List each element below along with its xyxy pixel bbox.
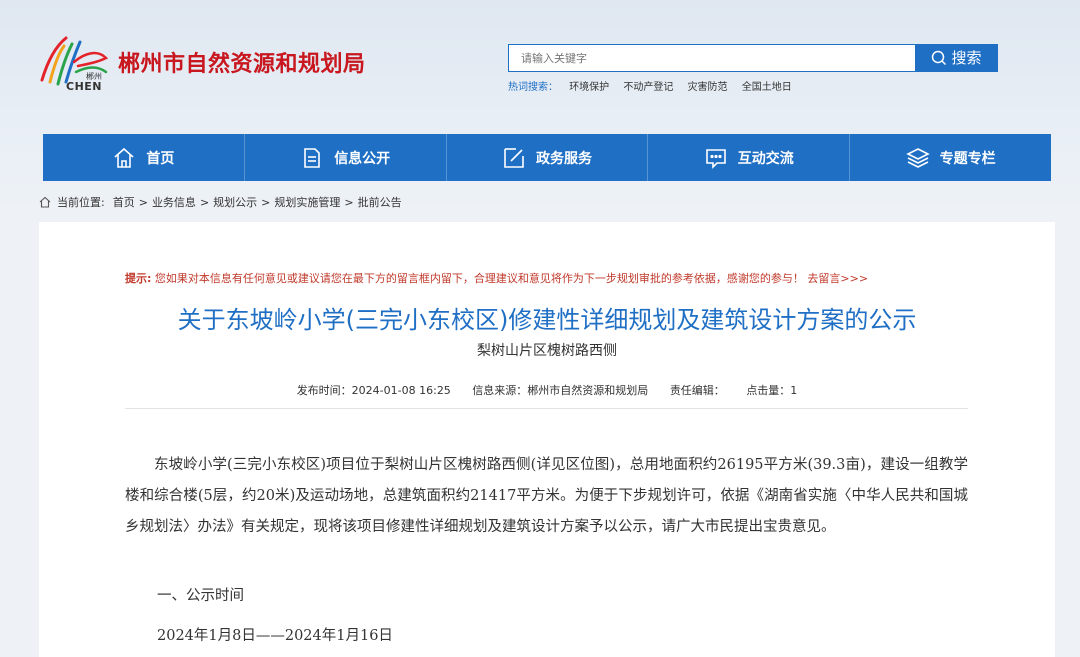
hot-search-label: 热词搜索：: [508, 82, 558, 93]
nav-item-gov-services[interactable]: 政务服务: [447, 134, 649, 181]
hot-search-item[interactable]: 灾害防范: [688, 82, 728, 93]
search-button-label: 搜索: [951, 49, 982, 67]
nav-item-special-topics[interactable]: 专题专栏: [850, 134, 1051, 181]
site-title[interactable]: 郴州市自然资源和规划局: [118, 46, 366, 78]
article-subtitle: 梨树山片区槐树路西侧: [477, 343, 617, 359]
hot-search-item[interactable]: 不动产登记: [623, 82, 673, 93]
article-paragraph: 东坡岭小学(三完小东校区)项目位于梨树山片区槐树路西侧(详见区位图)，总用地面积…: [125, 457, 968, 535]
home-icon: [114, 147, 134, 168]
nav-item-label: 政务服务: [535, 150, 592, 167]
hot-search: 热词搜索： 环境保护 不动产登记 灾害防范 全国土地日: [508, 78, 803, 93]
logo-english-text: CHEN: [66, 80, 102, 93]
responsible-editor: 责任编辑：: [669, 384, 725, 397]
breadcrumb-separator: >: [199, 195, 210, 209]
hot-search-item[interactable]: 全国土地日: [742, 82, 792, 93]
breadcrumb-item[interactable]: 业务信息: [152, 194, 196, 210]
nav-item-label: 首页: [146, 150, 175, 167]
view-count: 点击量：1: [746, 384, 798, 397]
article-card: 提示: 您如果对本信息有任何意见或建议请您在最下方的留言框内留下，合理建议和意见…: [39, 222, 1055, 657]
layers-icon: [905, 147, 930, 168]
section-heading: 一、公示时间: [157, 588, 244, 604]
breadcrumb-item[interactable]: 批前公告: [358, 194, 402, 210]
nav-item-info-disclosure[interactable]: 信息公开: [245, 134, 447, 181]
breadcrumb-item[interactable]: 规划实施管理: [274, 194, 340, 210]
main-nav: 首页 信息公开 政务服务 互动交流 专题专栏: [43, 134, 1051, 181]
home-icon: [39, 196, 51, 208]
nav-item-label: 专题专栏: [939, 150, 996, 167]
breadcrumb: 当前位置: 首页 > 业务信息 > 规划公示 > 规划实施管理 > 批前公告: [38, 194, 402, 210]
search-input[interactable]: [508, 44, 916, 72]
comment-tip: 提示: 您如果对本信息有任何意见或建议请您在最下方的留言框内留下，合理建议和意见…: [125, 270, 868, 286]
search-bar: 搜索: [508, 44, 998, 72]
breadcrumb-item[interactable]: 首页: [113, 194, 135, 210]
search-icon: [932, 50, 947, 66]
info-source: 信息来源：郴州市自然资源和规划局: [472, 384, 649, 397]
breadcrumb-label: 当前位置:: [57, 196, 105, 209]
leave-comment-link[interactable]: 去留言>>>: [807, 272, 868, 285]
publish-time: 发布时间：2024-01-08 16:25: [296, 384, 451, 397]
breadcrumb-separator: >: [344, 195, 354, 209]
header: 郴州 CHEN 郴州市自然资源和规划局 搜索 热词搜索： 环境保护 不动产登记 …: [0, 0, 1080, 130]
hot-search-item[interactable]: 环境保护: [569, 82, 609, 93]
divider: [125, 408, 968, 409]
nav-item-label: 信息公开: [334, 150, 391, 167]
tip-text: 您如果对本信息有任何意见或建议请您在最下方的留言框内留下，合理建议和意见将作为下…: [154, 272, 804, 285]
nav-item-home[interactable]: 首页: [43, 134, 245, 181]
article-title: 关于东坡岭小学(三完小东校区)修建性详细规划及建筑设计方案的公示: [177, 306, 917, 334]
tip-label: 提示:: [125, 272, 152, 285]
nav-item-interaction[interactable]: 互动交流: [648, 134, 851, 181]
nav-item-label: 互动交流: [737, 150, 794, 167]
breadcrumb-separator: >: [261, 195, 271, 209]
chat-icon: [705, 148, 726, 169]
search-button[interactable]: 搜索: [915, 44, 998, 72]
breadcrumb-separator: >: [138, 195, 148, 209]
document-icon: [304, 147, 320, 168]
edit-icon: [504, 147, 524, 168]
notice-period: 2024年1月8日——2024年1月16日: [157, 628, 393, 644]
article-meta: 发布时间：2024-01-08 16:25 信息来源：郴州市自然资源和规划局 责…: [39, 382, 1055, 398]
breadcrumb-item[interactable]: 规划公示: [213, 194, 257, 210]
